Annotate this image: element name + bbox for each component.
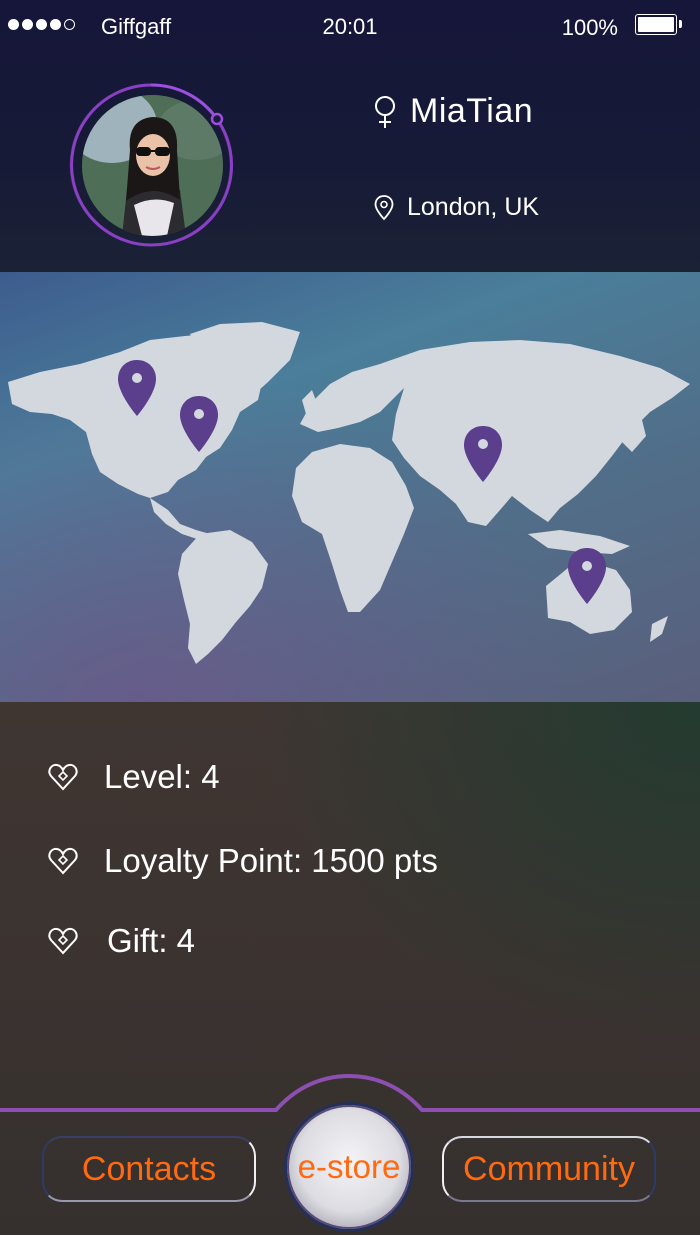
e-store-button[interactable]: e-store — [284, 1102, 414, 1232]
avatar-photo — [82, 95, 223, 236]
female-symbol-icon — [375, 95, 395, 128]
avatar[interactable] — [68, 82, 234, 248]
stat-level: Level: 4 — [48, 758, 220, 796]
profile-header: Giffgaff 20:01 100% MiaTian London, UK — [0, 0, 700, 272]
user-location: London, UK — [407, 193, 540, 221]
europe — [300, 364, 404, 432]
user-location-row: London, UK — [374, 193, 539, 222]
location-pin-icon — [374, 194, 394, 220]
new-zealand — [650, 616, 668, 642]
battery-icon — [635, 14, 682, 35]
world-map-graphic — [8, 322, 690, 664]
user-name: MiaTian — [410, 92, 534, 130]
heart-diamond-icon — [48, 763, 78, 791]
contacts-button[interactable]: Contacts — [42, 1136, 256, 1202]
community-button[interactable]: Community — [442, 1136, 656, 1202]
south-america — [178, 530, 268, 664]
world-map[interactable] — [0, 272, 700, 702]
status-bar: Giffgaff 20:01 100% — [0, 0, 700, 56]
stat-gift: Gift: 4 — [48, 922, 195, 960]
e-store-label: e-store — [297, 1148, 401, 1185]
central-america — [150, 498, 210, 540]
gift-text: Gift: 4 — [107, 922, 196, 959]
battery-percentage: 100% — [561, 15, 618, 40]
continents — [8, 322, 690, 664]
stat-loyalty: Loyalty Point: 1500 pts — [48, 842, 438, 880]
user-name-row: MiaTian — [372, 92, 533, 131]
loyalty-point-text: Loyalty Point: 1500 pts — [104, 842, 438, 879]
africa — [292, 444, 414, 612]
level-text: Level: 4 — [104, 758, 220, 795]
heart-diamond-icon — [48, 847, 78, 875]
heart-diamond-icon — [48, 927, 78, 955]
